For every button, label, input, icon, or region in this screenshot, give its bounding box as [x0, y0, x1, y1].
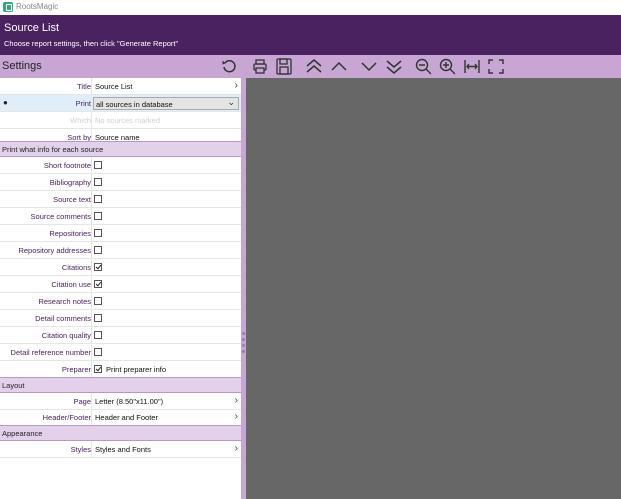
- chevron-right-icon[interactable]: ›: [235, 395, 238, 407]
- section-appearance-title: Appearance: [2, 429, 43, 438]
- chevron-right-icon[interactable]: ›: [235, 443, 238, 455]
- preview-toolbar: [246, 55, 621, 78]
- preparer-checkbox-text: Print preparer info: [106, 365, 167, 374]
- section-print-info: Print what info for each source: [0, 141, 241, 157]
- header-footer-row[interactable]: Header/Footer Header and Footer ›: [0, 409, 241, 426]
- option-label: Short footnote: [43, 161, 91, 170]
- option-checkbox[interactable]: [94, 229, 102, 237]
- which-label: Which: [70, 116, 91, 125]
- section-appearance: Appearance: [0, 425, 241, 441]
- preparer-checkbox[interactable]: [94, 365, 102, 373]
- option-checkbox[interactable]: [94, 331, 102, 339]
- header-footer-label: Header/Footer: [42, 413, 91, 422]
- option-label: Bibliography: [49, 178, 91, 187]
- current-row-bullet-icon: ●: [3, 98, 8, 107]
- option-checkbox[interactable]: [94, 178, 102, 186]
- fit-width-icon[interactable]: [462, 57, 482, 76]
- which-value: No sources marked: [95, 116, 161, 125]
- option-label: Citation quality: [41, 331, 91, 340]
- page-label: Page: [73, 397, 91, 406]
- option-checkbox[interactable]: [94, 263, 102, 271]
- splitter-grip-icon[interactable]: [242, 332, 245, 354]
- option-row[interactable]: Source comments: [0, 208, 241, 225]
- print-select-value: all sources in database: [96, 100, 173, 109]
- settings-panel: Title Source List › ● Print all sources …: [0, 78, 241, 499]
- save-icon[interactable]: [274, 57, 294, 76]
- option-label: Detail comments: [35, 314, 91, 323]
- option-checkbox[interactable]: [94, 297, 102, 305]
- report-banner: Source List Choose report settings, then…: [0, 15, 621, 55]
- section-print-info-title: Print what info for each source: [2, 145, 104, 154]
- option-checkbox[interactable]: [94, 161, 102, 169]
- previous-page-icon[interactable]: [329, 57, 349, 76]
- app-title: RootsMagic: [16, 2, 59, 11]
- page-row[interactable]: Page Letter (8.50"x11.00") ›: [0, 393, 241, 410]
- settings-title: Settings: [2, 60, 42, 72]
- option-label: Source comments: [30, 212, 91, 221]
- section-layout: Layout: [0, 377, 241, 393]
- option-row[interactable]: Citation use: [0, 276, 241, 293]
- chevron-right-icon[interactable]: ›: [235, 411, 238, 423]
- option-checkbox[interactable]: [94, 195, 102, 203]
- print-icon[interactable]: [250, 57, 270, 76]
- last-page-icon[interactable]: [384, 57, 404, 76]
- next-page-icon[interactable]: [359, 57, 379, 76]
- section-layout-title: Layout: [2, 381, 25, 390]
- fit-page-icon[interactable]: [486, 57, 506, 76]
- option-row[interactable]: Short footnote: [0, 157, 241, 174]
- preparer-label: Preparer: [61, 365, 91, 374]
- option-row[interactable]: Repository addresses: [0, 242, 241, 259]
- option-label: Detail reference number: [10, 348, 91, 357]
- option-row[interactable]: Citations: [0, 259, 241, 276]
- option-label: Research notes: [38, 297, 91, 306]
- print-select[interactable]: all sources in database ⌄: [93, 97, 239, 110]
- first-page-icon[interactable]: [304, 57, 324, 76]
- report-preview-area: [246, 78, 621, 499]
- option-row[interactable]: Detail reference number: [0, 344, 241, 361]
- zoom-out-icon[interactable]: [414, 57, 434, 76]
- option-label: Citations: [61, 263, 91, 272]
- reset-icon[interactable]: [221, 58, 237, 74]
- app-logo-icon: [3, 2, 13, 12]
- chevron-right-icon[interactable]: ›: [235, 80, 238, 92]
- title-row[interactable]: Title Source List ›: [0, 78, 241, 95]
- option-checkbox[interactable]: [94, 212, 102, 220]
- report-subtitle: Choose report settings, then click "Gene…: [4, 39, 179, 48]
- chevron-down-icon[interactable]: ⌄: [227, 97, 235, 108]
- option-label: Citation use: [51, 280, 91, 289]
- option-row[interactable]: Bibliography: [0, 174, 241, 191]
- option-checkbox[interactable]: [94, 246, 102, 254]
- option-checkbox[interactable]: [94, 348, 102, 356]
- option-row[interactable]: Repositories: [0, 225, 241, 242]
- zoom-in-icon[interactable]: [438, 57, 458, 76]
- styles-label: Styles: [70, 445, 91, 454]
- title-value: Source List: [95, 82, 133, 91]
- styles-value: Styles and Fonts: [95, 445, 151, 454]
- option-checkbox[interactable]: [94, 280, 102, 288]
- option-row[interactable]: Source text: [0, 191, 241, 208]
- preparer-row[interactable]: Preparer Print preparer info: [0, 361, 241, 378]
- which-row: Which No sources marked: [0, 112, 241, 129]
- print-row[interactable]: ● Print all sources in database ⌄: [0, 95, 241, 112]
- option-label: Source text: [53, 195, 91, 204]
- window-titlebar: RootsMagic: [0, 0, 621, 15]
- title-label: Title: [77, 82, 91, 91]
- option-label: Repositories: [49, 229, 91, 238]
- settings-header: Settings: [0, 55, 241, 78]
- option-label: Repository addresses: [18, 246, 91, 255]
- option-row[interactable]: Citation quality: [0, 327, 241, 344]
- option-row[interactable]: Detail comments: [0, 310, 241, 327]
- print-label: Print: [75, 99, 91, 108]
- option-row[interactable]: Research notes: [0, 293, 241, 310]
- header-footer-value: Header and Footer: [95, 413, 158, 422]
- report-title: Source List: [4, 22, 60, 34]
- page-value: Letter (8.50"x11.00"): [95, 397, 164, 406]
- option-checkbox[interactable]: [94, 314, 102, 322]
- styles-row[interactable]: Styles Styles and Fonts ›: [0, 441, 241, 458]
